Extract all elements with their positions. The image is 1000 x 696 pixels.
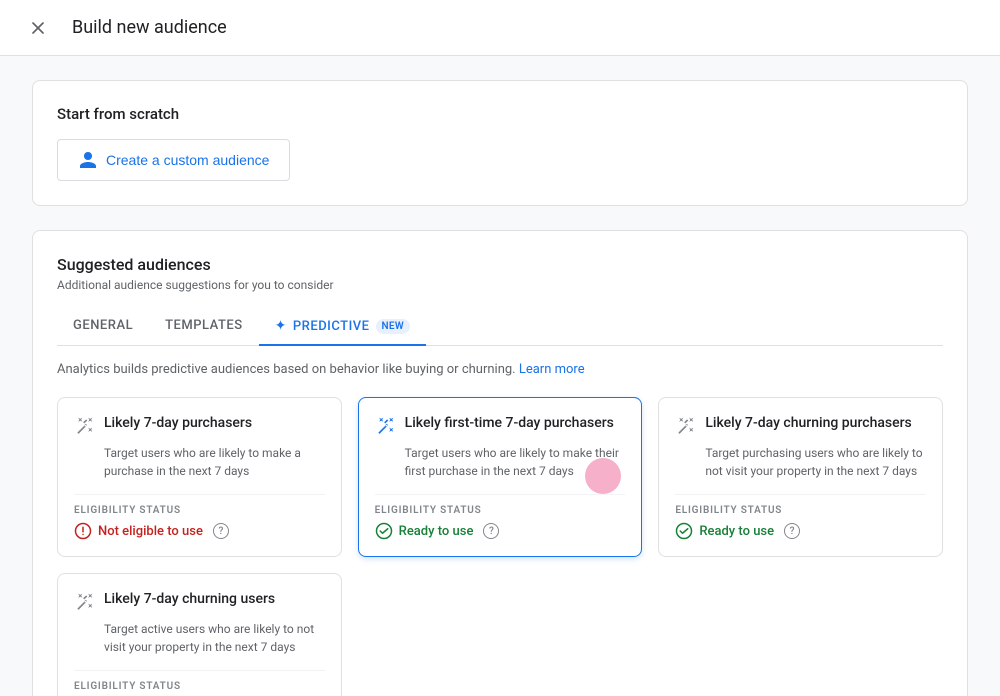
wand-icon-2 (375, 416, 395, 436)
status-text-3: Ready to use (699, 524, 774, 539)
card-desc-2: Target users who are likely to make thei… (405, 444, 626, 480)
predictive-label: PREDICTIVE (293, 319, 370, 334)
new-badge: NEW (376, 319, 410, 334)
eligibility-section-3: ELIGIBILITY STATUS Ready to use ? (675, 494, 926, 540)
card-title-3: Likely 7-day churning purchasers (705, 414, 911, 434)
card-desc-3: Target purchasing users who are likely t… (705, 444, 926, 480)
eligibility-label-1: ELIGIBILITY STATUS (74, 505, 325, 516)
eligibility-section-1: ELIGIBILITY STATUS Not eligible to use ? (74, 494, 325, 540)
suggested-subtitle: Additional audience suggestions for you … (57, 278, 943, 292)
person-icon (78, 150, 98, 170)
tab-predictive[interactable]: ✦ PREDICTIVE NEW (259, 308, 426, 346)
audience-tabs: GENERAL TEMPLATES ✦ PREDICTIVE NEW (57, 308, 943, 346)
eligibility-label-3: ELIGIBILITY STATUS (675, 505, 926, 516)
card-desc-1: Target users who are likely to make a pu… (104, 444, 325, 480)
audience-card-churning-users[interactable]: Likely 7-day churning users Target activ… (57, 573, 342, 696)
scratch-title: Start from scratch (57, 105, 943, 123)
wand-icon-1 (74, 416, 94, 436)
tab-general[interactable]: GENERAL (57, 308, 149, 346)
eligibility-section-4: ELIGIBILITY STATUS Ready to use ? (74, 670, 325, 696)
scratch-card: Start from scratch Create a custom audie… (32, 80, 968, 206)
predictive-icon: ✦ (275, 318, 287, 334)
help-icon-1[interactable]: ? (213, 523, 229, 539)
learn-more-link[interactable]: Learn more (519, 362, 585, 377)
suggested-card: Suggested audiences Additional audience … (32, 230, 968, 696)
card-title-2: Likely first-time 7-day purchasers (405, 414, 614, 434)
audience-card-likely-purchasers[interactable]: Likely 7-day purchasers Target users who… (57, 397, 342, 557)
ready-icon-2 (375, 522, 393, 540)
create-custom-audience-button[interactable]: Create a custom audience (57, 139, 290, 181)
tab-templates[interactable]: TEMPLATES (149, 308, 259, 346)
eligibility-label-4: ELIGIBILITY STATUS (74, 681, 325, 692)
card-header-1: Likely 7-day purchasers (74, 414, 325, 436)
status-text-2: Ready to use (399, 524, 474, 539)
eligibility-section-2: ELIGIBILITY STATUS Ready to use ? (375, 494, 626, 540)
analytics-note: Analytics builds predictive audiences ba… (57, 362, 943, 377)
card-header-3: Likely 7-day churning purchasers (675, 414, 926, 436)
eligibility-label-2: ELIGIBILITY STATUS (375, 505, 626, 516)
main-content: Start from scratch Create a custom audie… (0, 56, 1000, 696)
audience-card-churning-purchasers[interactable]: Likely 7-day churning purchasers Target … (658, 397, 943, 557)
create-custom-label: Create a custom audience (106, 152, 269, 168)
suggested-title: Suggested audiences (57, 255, 943, 274)
eligibility-status-3: Ready to use ? (675, 522, 926, 540)
card-header-4: Likely 7-day churning users (74, 590, 325, 612)
eligibility-status-1: Not eligible to use ? (74, 522, 325, 540)
audience-grid: Likely 7-day purchasers Target users who… (57, 397, 943, 696)
not-eligible-icon-1 (74, 522, 92, 540)
ready-icon-3 (675, 522, 693, 540)
card-header-2: Likely first-time 7-day purchasers (375, 414, 626, 436)
status-text-1: Not eligible to use (98, 524, 203, 539)
page-title: Build new audience (72, 17, 227, 38)
help-icon-3[interactable]: ? (784, 523, 800, 539)
close-button[interactable] (24, 14, 52, 42)
audience-card-first-time[interactable]: Likely first-time 7-day purchasers Targe… (358, 397, 643, 557)
card-desc-4: Target active users who are likely to no… (104, 620, 325, 656)
wand-icon-3 (675, 416, 695, 436)
card-title-1: Likely 7-day purchasers (104, 414, 252, 434)
card-title-4: Likely 7-day churning users (104, 590, 275, 610)
help-icon-2[interactable]: ? (483, 523, 499, 539)
eligibility-status-2: Ready to use ? (375, 522, 626, 540)
header: Build new audience (0, 0, 1000, 56)
wand-icon-4 (74, 592, 94, 612)
